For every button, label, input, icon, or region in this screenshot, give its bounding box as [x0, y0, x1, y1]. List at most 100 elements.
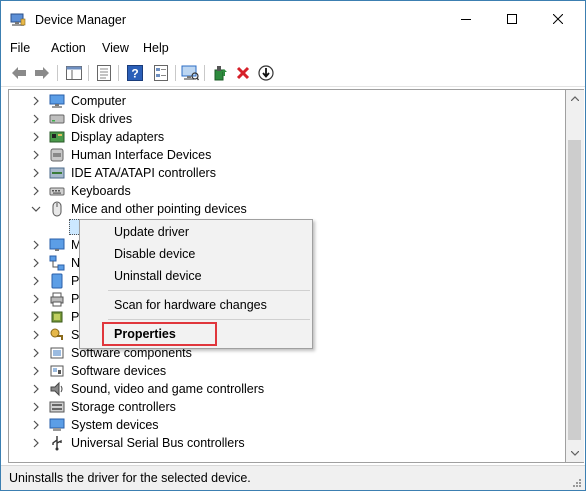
tree-item-label: Mice and other pointing devices	[71, 202, 247, 216]
chevron-down-icon[interactable]	[31, 204, 41, 214]
processor-icon	[51, 311, 63, 323]
chevron-right-icon[interactable]	[31, 258, 41, 268]
menu-file[interactable]: File	[10, 41, 30, 55]
tree-item[interactable]: Human Interface Devices	[9, 146, 549, 164]
system-device-icon	[49, 418, 65, 431]
menu-bar: File Action View Help	[1, 37, 585, 59]
maximize-button[interactable]	[489, 1, 535, 37]
help-icon: ?	[127, 65, 143, 81]
software-component-icon	[50, 347, 64, 359]
tree-item[interactable]: Mice and other pointing devices	[9, 200, 549, 218]
tree-item-label: Software devices	[71, 364, 167, 378]
tree-item[interactable]: IDE ATA/ATAPI controllers	[9, 164, 549, 182]
chevron-right-icon[interactable]	[31, 438, 41, 448]
tree-item-label: Sound, video and game controllers	[71, 382, 265, 396]
minimize-icon	[461, 19, 471, 20]
storage-controller-icon	[49, 401, 65, 413]
menu-help[interactable]: Help	[143, 41, 169, 55]
usb-icon	[52, 436, 62, 451]
chevron-right-icon[interactable]	[31, 96, 41, 106]
scan-hardware-button[interactable]	[181, 64, 199, 82]
disk-drive-icon	[49, 114, 65, 124]
tree-item[interactable]: Sound, video and game controllers	[9, 380, 549, 398]
toolbar-separator	[175, 65, 176, 81]
chevron-right-icon[interactable]	[31, 330, 41, 340]
tree-item-label: Disk drives	[71, 112, 133, 126]
title-bar[interactable]: Device Manager	[1, 1, 585, 37]
chevron-right-icon[interactable]	[31, 168, 41, 178]
print-queue-icon	[50, 292, 64, 307]
chevron-right-icon[interactable]	[31, 402, 41, 412]
help-button[interactable]: ?	[126, 64, 144, 82]
scroll-down-button[interactable]	[566, 445, 583, 462]
chevron-right-icon[interactable]	[31, 366, 41, 376]
tree-item[interactable]: Display adapters	[9, 128, 549, 146]
context-menu: Update driver Disable device Uninstall d…	[79, 219, 313, 349]
tree-item-label: Keyboards	[71, 184, 131, 198]
chevron-right-icon[interactable]	[31, 348, 41, 358]
forward-button[interactable]	[33, 64, 51, 82]
menu-separator	[108, 290, 310, 291]
chevron-right-icon[interactable]	[31, 276, 41, 286]
status-bar: Uninstalls the driver for the selected d…	[1, 465, 585, 490]
software-device-icon	[50, 365, 64, 377]
monitor-icon	[49, 238, 65, 251]
tree-item-label: Display adapters	[71, 130, 165, 144]
chevron-right-icon[interactable]	[31, 420, 41, 430]
scroll-up-button[interactable]	[566, 90, 583, 107]
close-button[interactable]	[535, 1, 581, 37]
tree-item[interactable]: Computer	[9, 92, 549, 110]
device-list-button[interactable]	[152, 64, 170, 82]
tree-item-label: IDE ATA/ATAPI controllers	[71, 166, 216, 180]
chevron-right-icon[interactable]	[31, 312, 41, 322]
chevron-right-icon[interactable]	[31, 294, 41, 304]
device-list-icon	[154, 65, 168, 81]
disable-device-icon	[258, 65, 274, 81]
tree-item[interactable]: Storage controllers	[9, 398, 549, 416]
vertical-scrollbar[interactable]	[566, 89, 584, 463]
maximize-icon	[507, 14, 517, 24]
tree-item-label: Human Interface Devices	[71, 148, 212, 162]
chevron-right-icon[interactable]	[31, 150, 41, 160]
menu-view[interactable]: View	[102, 41, 129, 55]
chevron-right-icon[interactable]	[31, 114, 41, 124]
security-device-icon	[50, 328, 63, 340]
tree-item[interactable]: Universal Serial Bus controllers	[9, 434, 549, 452]
update-driver-button[interactable]	[211, 64, 229, 82]
chevron-right-icon[interactable]	[31, 384, 41, 394]
show-hide-console-tree-icon	[66, 66, 82, 80]
menu-action[interactable]: Action	[51, 41, 86, 55]
chevron-down-icon	[570, 451, 579, 456]
chevron-right-icon[interactable]	[31, 186, 41, 196]
menu-separator	[108, 319, 310, 320]
menu-item-update-driver[interactable]: Update driver	[114, 225, 189, 239]
minimize-button[interactable]	[443, 1, 489, 37]
chevron-right-icon[interactable]	[31, 240, 41, 250]
back-button[interactable]	[10, 64, 28, 82]
resize-grip-icon[interactable]	[571, 477, 581, 487]
back-arrow-icon	[12, 67, 26, 79]
svg-text:?: ?	[131, 67, 138, 81]
toolbar: ?	[1, 59, 585, 87]
device-manager-app-icon	[10, 13, 26, 26]
disable-device-button[interactable]	[257, 64, 275, 82]
uninstall-button[interactable]	[234, 64, 252, 82]
mouse-icon	[52, 201, 62, 217]
properties-sheet-button[interactable]	[95, 64, 113, 82]
menu-item-uninstall-device[interactable]: Uninstall device	[114, 269, 202, 283]
tree-item[interactable]: System devices	[9, 416, 549, 434]
menu-item-disable-device[interactable]: Disable device	[114, 247, 195, 261]
tree-item[interactable]: Disk drives	[9, 110, 549, 128]
tree-item[interactable]: Software devices	[9, 362, 549, 380]
toolbar-separator	[88, 65, 89, 81]
status-text: Uninstalls the driver for the selected d…	[9, 471, 251, 485]
chevron-right-icon[interactable]	[31, 132, 41, 142]
menu-item-scan-hardware[interactable]: Scan for hardware changes	[114, 298, 267, 312]
properties-highlight-box	[102, 322, 217, 346]
scroll-thumb[interactable]	[568, 140, 581, 440]
tree-item[interactable]: Keyboards	[9, 182, 549, 200]
show-hide-console-tree-button[interactable]	[65, 64, 83, 82]
portable-device-icon	[51, 273, 63, 289]
device-manager-window: Device Manager File Action View Help ? C…	[0, 0, 586, 491]
toolbar-separator	[118, 65, 119, 81]
